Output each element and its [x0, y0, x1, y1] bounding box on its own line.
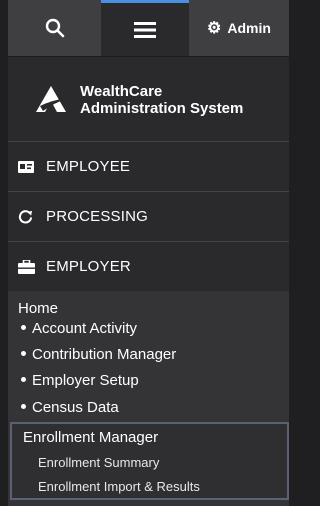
logo-line-2: Administration System — [80, 100, 244, 117]
bullet — [21, 350, 26, 356]
menu-group-enrollment-manager: Enrollment Manager Enrollment Summary En… — [10, 422, 289, 500]
admin-label: Admin — [227, 20, 271, 36]
hamburger-icon — [134, 21, 156, 38]
id-card-icon — [18, 160, 40, 173]
menu-item-label: Census Data — [32, 399, 119, 416]
logo-mark-icon — [36, 86, 68, 112]
search-icon — [45, 18, 64, 38]
top-tab-bar: ⚙ Admin — [8, 0, 289, 56]
bullet — [21, 403, 26, 409]
menu-item-label: Enrollment Manager — [23, 429, 159, 446]
menu-item-employer-setup[interactable]: Employer Setup — [21, 372, 139, 389]
refresh-icon — [18, 209, 40, 224]
section-processing[interactable]: PROCESSING — [8, 191, 289, 241]
menu-item-census-data[interactable]: Census Data — [21, 399, 119, 416]
section-employee[interactable]: EMPLOYEE — [8, 141, 289, 191]
menu-item-account-activity[interactable]: Account Activity — [21, 320, 137, 337]
menu-item-enrollment-manager[interactable]: Enrollment Manager — [23, 429, 158, 446]
menu-tab[interactable] — [101, 0, 189, 56]
bullet — [21, 324, 26, 330]
menu-item-label: Employer Setup — [32, 372, 139, 389]
section-employer[interactable]: EMPLOYER — [8, 241, 289, 291]
section-employee-label: EMPLOYEE — [46, 158, 131, 175]
gear-icon: ⚙ — [207, 20, 222, 37]
bullet — [21, 376, 26, 382]
submenu-enrollment-summary[interactable]: Enrollment Summary — [38, 455, 159, 470]
app-logo: WealthCare Administration System — [8, 56, 289, 141]
section-processing-label: PROCESSING — [46, 208, 149, 225]
logo-line-1: WealthCare — [80, 83, 163, 100]
menu-item-label: Contribution Manager — [32, 346, 177, 363]
briefcase-icon — [18, 259, 40, 274]
menu-item-label: Account Activity — [32, 320, 138, 337]
admin-tab[interactable]: ⚙ Admin — [189, 0, 289, 56]
menu-home-link[interactable]: Home — [18, 300, 58, 317]
menu-item-contribution-manager[interactable]: Contribution Manager — [21, 346, 176, 363]
search-tab[interactable] — [8, 0, 101, 56]
section-employer-label: EMPLOYER — [46, 258, 131, 275]
sidebar: ⚙ Admin WealthCare Administration System… — [8, 0, 289, 506]
submenu-enrollment-import-results[interactable]: Enrollment Import & Results — [38, 479, 200, 494]
employer-menu: Home Account Activity Contribution Manag… — [8, 291, 289, 506]
